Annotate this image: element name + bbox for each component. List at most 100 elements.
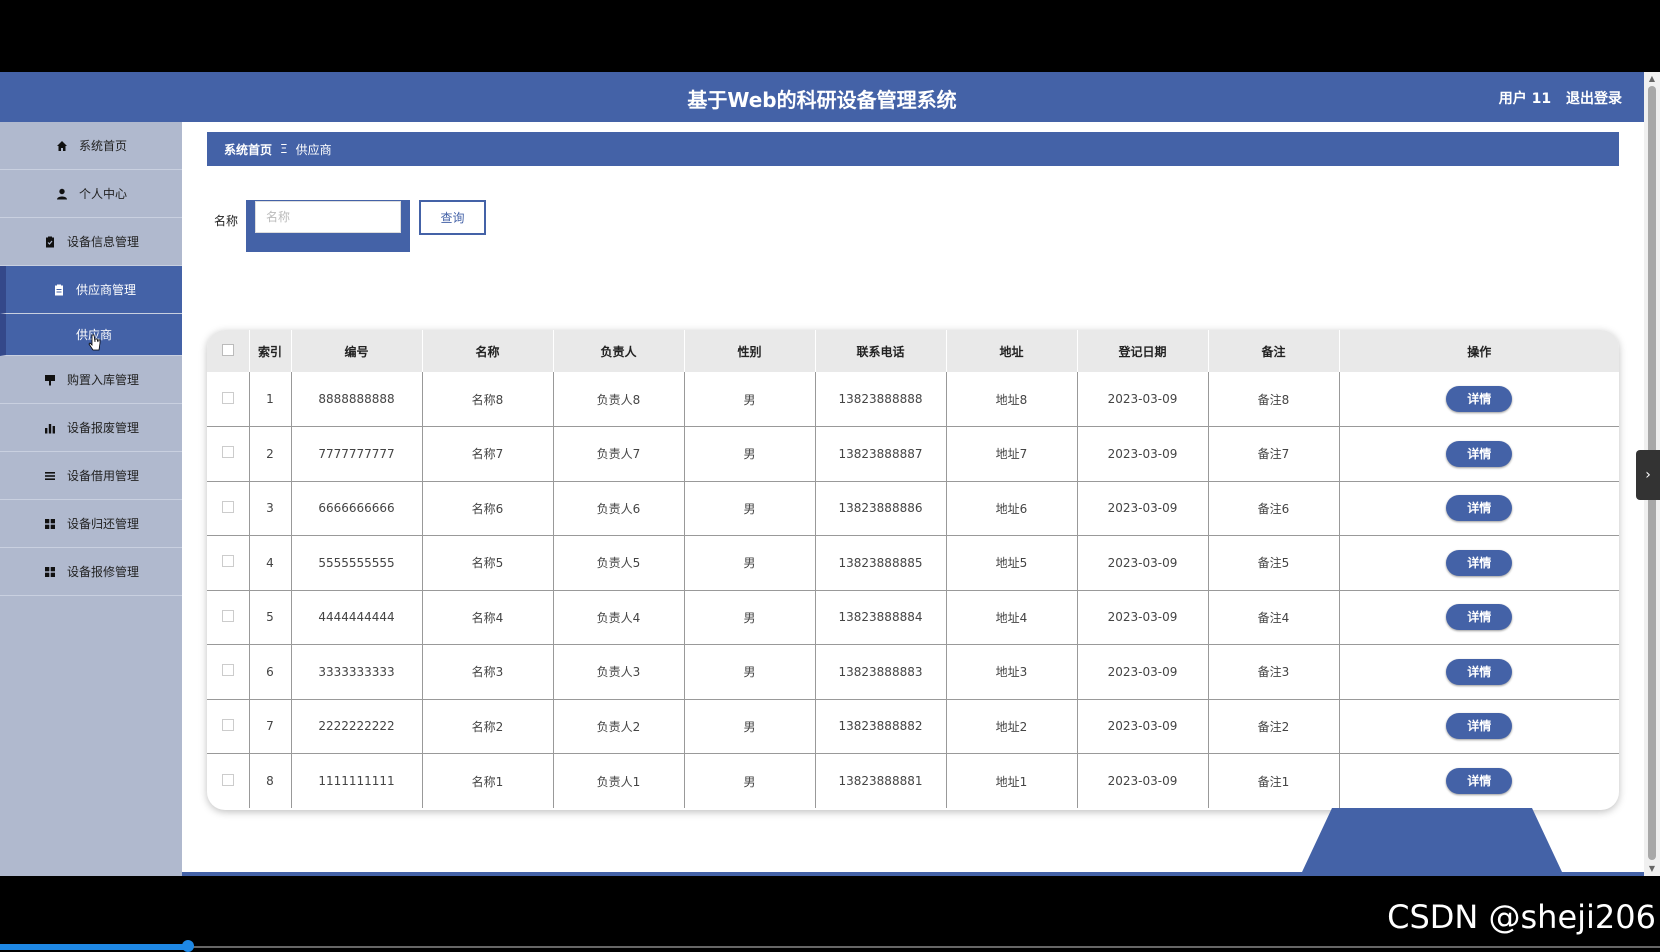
app-title: 基于Web的科研设备管理系统 xyxy=(687,88,957,112)
table-cell-index: 1 xyxy=(249,372,292,427)
logout-link[interactable]: 退出登录 xyxy=(1566,91,1622,107)
breadcrumb: 系统首页 Ξ 供应商 xyxy=(207,132,1619,166)
row-select-cell xyxy=(207,644,250,700)
table-cell-remark: 备注4 xyxy=(1208,590,1340,645)
table-cell-phone: 13823888881 xyxy=(815,753,947,808)
grid-icon xyxy=(43,565,57,579)
sidebar-item-label: 设备报修管理 xyxy=(66,565,139,579)
sidebar-item-equipment[interactable]: 设备信息管理 xyxy=(0,218,182,266)
row-select-cell xyxy=(207,699,250,754)
breadcrumb-current: 供应商 xyxy=(295,142,332,157)
table-cell-name: 名称4 xyxy=(422,590,554,645)
table-cell-gender: 男 xyxy=(684,590,816,645)
username[interactable]: 用户 11 xyxy=(1499,91,1551,107)
sidebar-item-supplier[interactable]: 供应商管理 xyxy=(0,266,182,314)
clipboard-icon xyxy=(52,283,66,297)
scroll-down-arrow-icon[interactable]: ▼ xyxy=(1644,862,1660,876)
table-cell-code: 4444444444 xyxy=(291,590,423,645)
table-cell-phone: 13823888883 xyxy=(815,644,947,700)
video-progress-fill xyxy=(0,944,190,950)
table-row: 3 6666666666 名称6 负责人6 男 13823888886 地址6 2023-03… xyxy=(207,481,1619,536)
table-cell-remark: 备注6 xyxy=(1208,481,1340,536)
detail-button[interactable]: 详情 xyxy=(1446,768,1513,794)
sidebar-item-borrow[interactable]: 设备借用管理 xyxy=(0,452,182,500)
detail-button[interactable]: 详情 xyxy=(1446,713,1513,740)
sidebar-item-home[interactable]: 系统首页 xyxy=(0,122,182,170)
video-progress-track[interactable] xyxy=(0,946,1660,948)
table-cell-remark: 备注7 xyxy=(1208,426,1340,482)
row-checkbox[interactable] xyxy=(221,391,234,404)
search-input[interactable] xyxy=(255,201,402,233)
row-checkbox[interactable] xyxy=(221,773,234,786)
row-select-cell xyxy=(207,426,250,482)
sidebar-item-label: 系统首页 xyxy=(78,139,127,153)
table-header-row: 索引 编号 名称 负责人 性别 联系电话 地址 登记日期 备注 操作 xyxy=(207,330,1619,372)
table-cell-name: 名称8 xyxy=(422,372,554,427)
table-cell-address: 地址6 xyxy=(946,481,1078,536)
table-cell-date: 2023-03-09 xyxy=(1077,699,1209,754)
detail-button[interactable]: 详情 xyxy=(1446,549,1513,576)
table-cell-phone: 13823888884 xyxy=(815,590,947,645)
table-cell-code: 2222222222 xyxy=(291,699,423,754)
detail-button[interactable]: 详情 xyxy=(1446,658,1513,685)
table-cell-index: 3 xyxy=(249,481,292,536)
sidebar-item-label: 设备信息管理 xyxy=(66,235,139,249)
grid-icon xyxy=(43,517,57,531)
column-header: 编号 xyxy=(291,330,423,372)
search-bar: 名称 查询 xyxy=(214,200,487,252)
breadcrumb-home[interactable]: 系统首页 xyxy=(224,141,272,158)
chevron-right-icon[interactable]: › xyxy=(1636,450,1660,500)
row-checkbox[interactable] xyxy=(221,500,234,513)
row-select-cell xyxy=(207,481,250,536)
table-cell-date: 2023-03-09 xyxy=(1077,753,1209,808)
bottom-line xyxy=(182,872,1644,876)
table-cell-date: 2023-03-09 xyxy=(1077,644,1209,700)
table-cell-address: 地址7 xyxy=(946,426,1078,482)
scroll-up-arrow-icon[interactable]: ▲ xyxy=(1644,72,1660,86)
table-row: 7 2222222222 名称2 负责人2 男 13823888882 地址2 2023-03… xyxy=(207,699,1619,754)
detail-button[interactable]: 详情 xyxy=(1446,386,1513,412)
column-header: 地址 xyxy=(946,330,1078,372)
detail-button[interactable]: 详情 xyxy=(1446,495,1513,522)
select-all-checkbox[interactable] xyxy=(221,343,234,356)
row-checkbox[interactable] xyxy=(221,609,234,622)
table-cell-gender: 男 xyxy=(684,372,816,427)
row-checkbox[interactable] xyxy=(221,664,234,677)
table-row: 8 1111111111 名称1 负责人1 男 13823888881 地址1 2023-03… xyxy=(207,753,1619,808)
list-icon xyxy=(43,469,57,483)
table-cell-name: 名称7 xyxy=(422,426,554,482)
table-cell-address: 地址4 xyxy=(946,590,1078,645)
action-cell: 详情 xyxy=(1339,699,1619,754)
supplier-table: 索引 编号 名称 负责人 性别 联系电话 地址 登记日期 备注 操作 1 8888… xyxy=(207,330,1619,810)
table-cell-manager: 负责人5 xyxy=(553,535,685,591)
watermark: CSDN @sheji206 xyxy=(1387,898,1656,936)
detail-button[interactable]: 详情 xyxy=(1446,604,1513,631)
sidebar-item-purchase[interactable]: 购置入库管理 xyxy=(0,356,182,404)
table-cell-gender: 男 xyxy=(684,535,816,591)
table-cell-index: 7 xyxy=(249,699,292,754)
row-checkbox[interactable] xyxy=(221,446,234,459)
column-header: 索引 xyxy=(249,330,292,372)
row-checkbox[interactable] xyxy=(221,555,234,568)
sidebar-item-profile[interactable]: 个人中心 xyxy=(0,170,182,218)
table-cell-manager: 负责人8 xyxy=(553,372,685,427)
table-cell-date: 2023-03-09 xyxy=(1077,426,1209,482)
action-cell: 详情 xyxy=(1339,372,1619,427)
table-cell-code: 8888888888 xyxy=(291,372,423,427)
query-button[interactable]: 查询 xyxy=(419,200,487,235)
sidebar-item-repair[interactable]: 设备报修管理 xyxy=(0,548,182,596)
sidebar-item-scrap[interactable]: 设备报废管理 xyxy=(0,404,182,452)
sidebar-item-return[interactable]: 设备归还管理 xyxy=(0,500,182,548)
table-cell-date: 2023-03-09 xyxy=(1077,535,1209,591)
table-cell-address: 地址5 xyxy=(946,535,1078,591)
row-checkbox[interactable] xyxy=(221,718,234,731)
sidebar-item-label: 设备报废管理 xyxy=(66,421,139,435)
table-cell-address: 地址2 xyxy=(946,699,1078,754)
table-cell-date: 2023-03-09 xyxy=(1077,481,1209,536)
table-cell-gender: 男 xyxy=(684,644,816,700)
detail-button[interactable]: 详情 xyxy=(1446,440,1513,467)
row-select-cell xyxy=(207,590,250,645)
table-cell-name: 名称6 xyxy=(422,481,554,536)
video-progress-handle[interactable] xyxy=(182,940,194,952)
sidebar-item-label: 设备归还管理 xyxy=(66,517,139,531)
